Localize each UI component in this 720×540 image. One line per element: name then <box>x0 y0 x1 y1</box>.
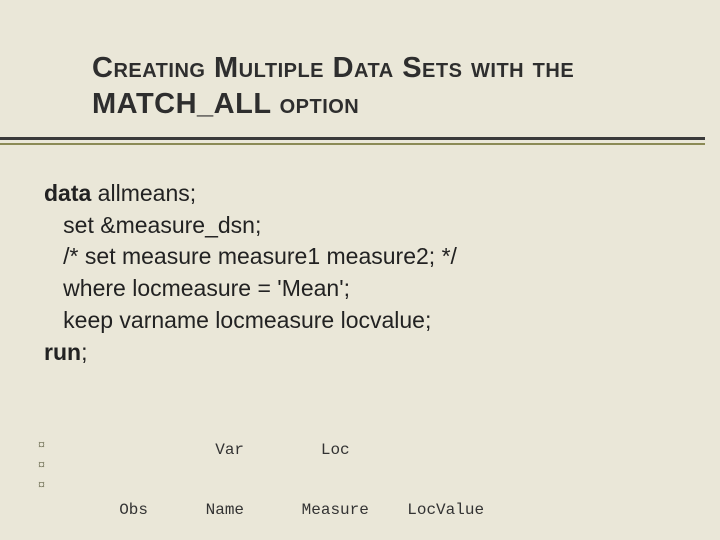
title-line-1: Creating Multiple Data Sets with the <box>92 52 574 84</box>
code-line-2: set &measure_dsn; <box>44 210 690 242</box>
slide-title: Creating Multiple Data Sets with the MAT… <box>92 50 680 123</box>
code-line-3: /* set measure measure1 measure2; */ <box>44 241 690 273</box>
keyword-run: run <box>44 339 81 365</box>
slide: Creating Multiple Data Sets with the MAT… <box>0 0 720 540</box>
code-block: data allmeans; set &measure_dsn; /* set … <box>44 178 690 368</box>
table-header-1: Var Loc <box>100 440 484 460</box>
divider-olive <box>0 143 705 145</box>
bullet-icon: ¤ <box>38 456 45 476</box>
bullet-column: ¤ ¤ ¤ <box>38 436 45 496</box>
code-line-1: data allmeans; <box>44 178 690 210</box>
code-line-6: run; <box>44 337 690 369</box>
title-block: Creating Multiple Data Sets with the MAT… <box>92 50 680 123</box>
keyword-data: data <box>44 180 91 206</box>
table-header-2: Obs Name Measure LocValue <box>100 500 484 520</box>
code-text: allmeans; <box>91 180 196 206</box>
output-table: Var Loc Obs Name Measure LocValue 1 weig… <box>100 400 484 540</box>
code-text: ; <box>81 339 87 365</box>
divider-dark <box>0 137 705 140</box>
code-line-4: where locmeasure = 'Mean'; <box>44 273 690 305</box>
title-line-2: MATCH_ALL option <box>92 88 359 120</box>
bullet-icon: ¤ <box>38 436 45 456</box>
code-line-5: keep varname locmeasure locvalue; <box>44 305 690 337</box>
bullet-icon: ¤ <box>38 476 45 496</box>
